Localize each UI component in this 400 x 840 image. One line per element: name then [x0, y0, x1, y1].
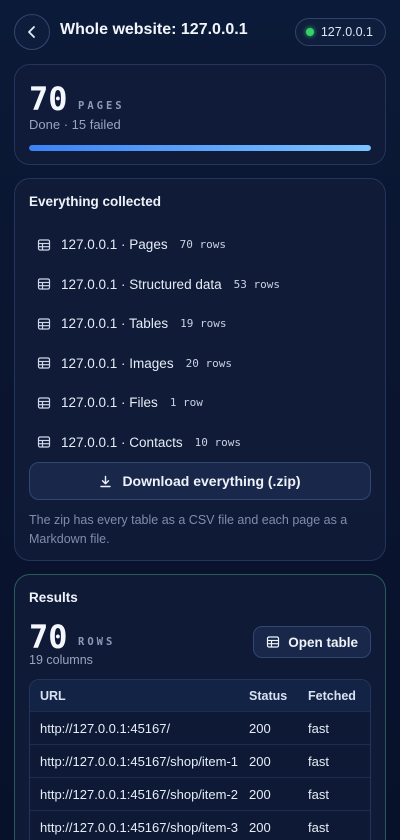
table-icon — [37, 397, 51, 409]
collected-table-item[interactable]: 127.0.0.1 · Tables 19 rows — [37, 304, 377, 344]
table-row[interactable]: http://127.0.0.1:45167/ 200 fast — [30, 712, 370, 745]
page-title: Whole website: 127.0.0.1 — [60, 21, 248, 38]
table-row[interactable]: http://127.0.0.1:45167/shop/item-1 200 f… — [30, 745, 370, 778]
pages-unit: PAGES — [78, 100, 125, 112]
table-name: 127.0.0.1 · Pages — [61, 237, 168, 253]
chevron-left-icon — [28, 26, 35, 38]
table-row-count: 53 rows — [233, 277, 280, 291]
zip-description: The zip has every table as a CSV file an… — [29, 513, 348, 546]
back-button[interactable] — [14, 14, 50, 50]
column-header-url[interactable]: URL — [30, 689, 249, 703]
crawl-progress-fill — [29, 145, 371, 151]
cell-url: http://127.0.0.1:45167/ — [40, 720, 171, 736]
table-icon — [37, 436, 51, 448]
table-name: 127.0.0.1 · Contacts — [61, 434, 183, 450]
table-name: 127.0.0.1 · Tables — [61, 316, 169, 332]
cell-fetched: fast — [308, 720, 329, 736]
cell-url: http://127.0.0.1:45167/shop/item-2 — [40, 786, 239, 802]
cell-status: 200 — [249, 753, 271, 769]
cell-fetched: fast — [308, 753, 329, 769]
table-name: 127.0.0.1 · Images — [61, 355, 174, 371]
table-row-count: 10 rows — [194, 435, 241, 449]
collected-card: Everything collected 127.0.0.1 · Pages 7… — [14, 178, 386, 561]
crawl-progress-bar — [29, 145, 371, 151]
table-name: 127.0.0.1 · Structured data — [61, 276, 222, 292]
results-heading: Results — [29, 590, 78, 605]
table-icon — [267, 636, 280, 648]
pages-summary-card: 70 PAGES Done · 15 failed — [14, 64, 386, 165]
cell-status: 200 — [249, 786, 271, 802]
collected-table-item[interactable]: 127.0.0.1 · Pages 70 rows — [37, 225, 377, 265]
download-icon — [100, 475, 112, 487]
results-columns-text: 19 columns — [29, 653, 93, 667]
table-icon — [37, 278, 51, 290]
table-header-row: URL Status Fetched — [30, 680, 370, 712]
results-count: 70 — [29, 618, 68, 656]
host-label: 127.0.0.1 — [320, 25, 373, 39]
table-row[interactable]: http://127.0.0.1:45167/shop/item-3 200 f… — [30, 811, 370, 840]
download-zip-button[interactable]: Download everything (.zip) — [29, 462, 371, 500]
table-row-count: 20 rows — [185, 356, 232, 370]
cell-url: http://127.0.0.1:45167/shop/item-1 — [40, 753, 239, 769]
status-dot — [305, 28, 314, 36]
column-header-status[interactable]: Status — [249, 689, 308, 703]
results-unit: ROWS — [78, 636, 116, 648]
pages-count: 70 — [29, 80, 68, 118]
collected-heading: Everything collected — [29, 194, 162, 209]
collected-table-list: 127.0.0.1 · Pages 70 rows 127.0.0.1 · St… — [37, 225, 377, 462]
collected-table-item[interactable]: 127.0.0.1 · Structured data 53 rows — [37, 265, 377, 305]
table-row-count: 70 rows — [179, 238, 226, 252]
cell-fetched: fast — [308, 786, 329, 802]
results-table: URL Status Fetched http://127.0.0.1:4516… — [29, 679, 371, 840]
cell-status: 200 — [249, 819, 271, 835]
download-zip-label: Download everything (.zip) — [122, 473, 301, 489]
table-name: 127.0.0.1 · Files — [61, 395, 158, 411]
cell-status: 200 — [249, 720, 271, 736]
results-card: Results 70 ROWS 19 columns Open table UR… — [14, 574, 386, 840]
open-table-button[interactable]: Open table — [253, 626, 371, 658]
column-header-fetched[interactable]: Fetched — [308, 689, 370, 703]
collected-table-item[interactable]: 127.0.0.1 · Images 20 rows — [37, 344, 377, 384]
host-status-badge: 127.0.0.1 — [294, 18, 386, 46]
crawl-status-text: Done · 15 failed — [29, 117, 121, 132]
open-table-label: Open table — [288, 634, 358, 650]
table-row-count: 1 row — [169, 396, 203, 410]
table-icon — [37, 318, 51, 330]
collected-table-item[interactable]: 127.0.0.1 · Contacts 10 rows — [37, 423, 377, 463]
cell-fetched: fast — [308, 819, 329, 835]
cell-url: http://127.0.0.1:45167/shop/item-3 — [40, 819, 239, 835]
table-icon — [37, 239, 51, 251]
table-row[interactable]: http://127.0.0.1:45167/shop/item-2 200 f… — [30, 778, 370, 811]
table-row-count: 19 rows — [180, 317, 227, 331]
table-icon — [37, 357, 51, 369]
page-header: Whole website: 127.0.0.1 127.0.0.1 — [0, 0, 400, 64]
collected-table-item[interactable]: 127.0.0.1 · Files 1 row — [37, 383, 377, 423]
